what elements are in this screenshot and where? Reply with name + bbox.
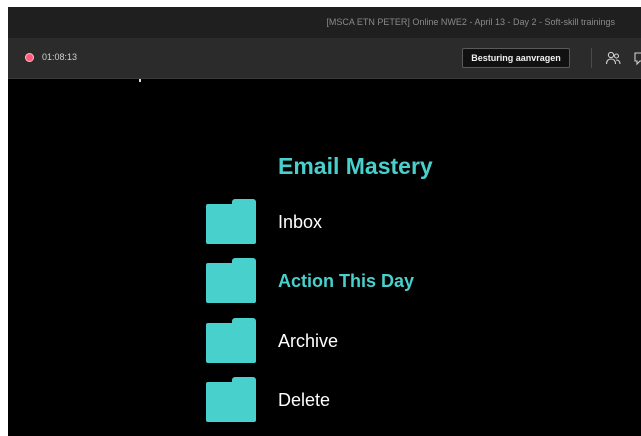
- window-title: [MSCA ETN PETER] Online NWE2 - April 13 …: [326, 17, 615, 27]
- folder-label: Inbox: [278, 212, 323, 232]
- call-toolbar: 01:08:13 Besturing aanvragen: [8, 38, 641, 79]
- folder-row-action-this-day: Action This Day: [206, 258, 506, 304]
- people-icon[interactable]: [605, 50, 621, 66]
- meeting-window: [MSCA ETN PETER] Online NWE2 - April 13 …: [8, 7, 641, 436]
- folder-label: Action This Day: [278, 271, 415, 291]
- folder-icon: [206, 318, 256, 363]
- folder-icon: [206, 258, 256, 303]
- folder-row-delete: Delete: [206, 377, 506, 423]
- chat-icon[interactable]: [633, 50, 641, 66]
- request-control-button[interactable]: Besturing aanvragen: [462, 48, 570, 68]
- folder-label: Archive: [278, 331, 339, 351]
- record-indicator-icon: [25, 53, 34, 62]
- folder-label: Delete: [278, 390, 331, 410]
- folder-row-inbox: Inbox: [206, 199, 506, 245]
- shared-screen: Email Mastery Inbox Action This Day Arch…: [8, 79, 641, 436]
- folder-icon: [206, 199, 256, 244]
- call-timer: 01:08:13: [42, 52, 78, 62]
- toolbar-divider: [591, 48, 592, 68]
- folder-icon: [206, 377, 256, 422]
- pointer-mark: [139, 79, 141, 82]
- folder-row-archive: Archive: [206, 318, 506, 364]
- slide-title: Email Mastery: [278, 153, 433, 179]
- title-bar: [MSCA ETN PETER] Online NWE2 - April 13 …: [8, 7, 641, 38]
